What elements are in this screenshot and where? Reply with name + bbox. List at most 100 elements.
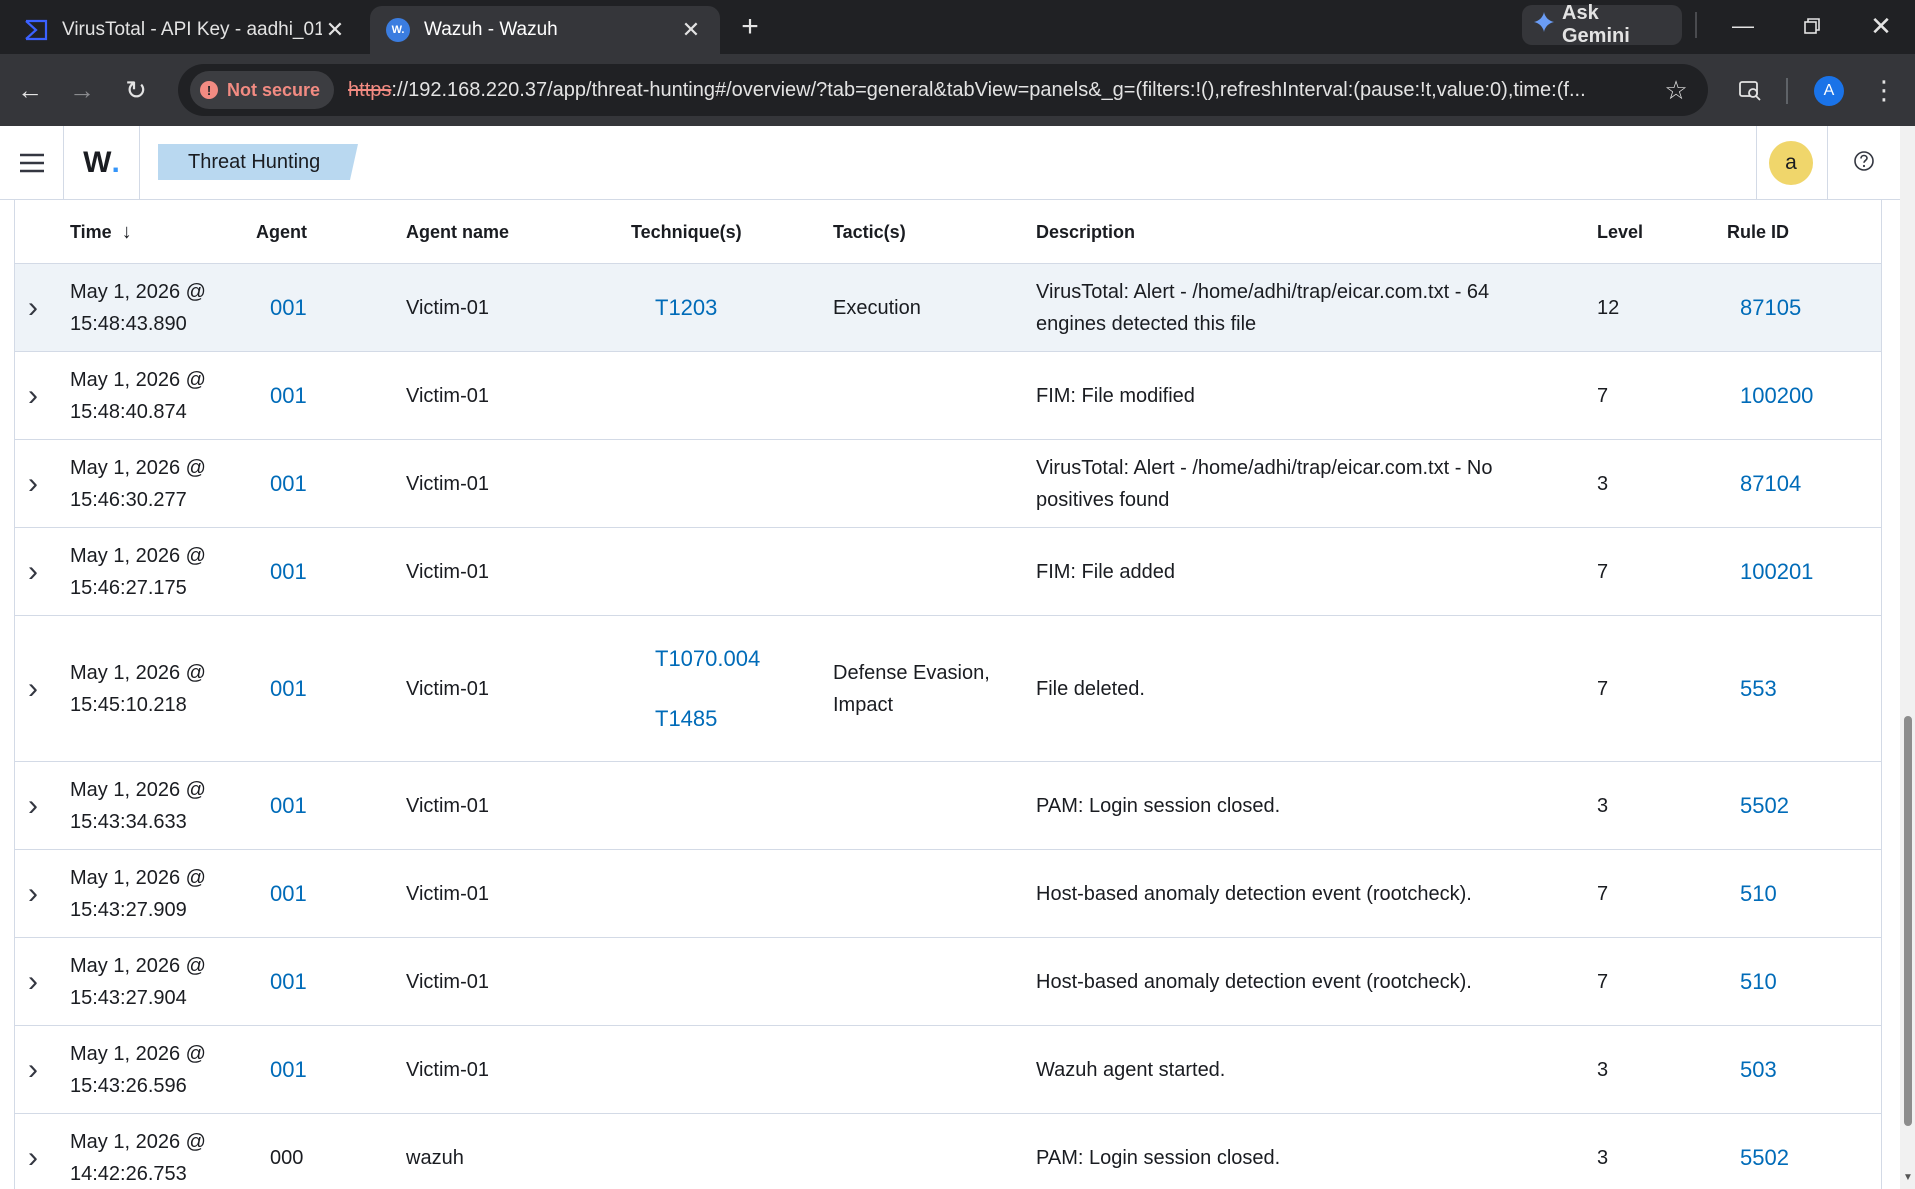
rule-id-link[interactable]: 503 (1740, 1054, 1777, 1086)
forward-arrow-icon[interactable]: → (62, 70, 102, 110)
agent-id-link[interactable]: 001 (270, 292, 307, 324)
expand-chevron-icon[interactable]: › (15, 762, 51, 849)
rule-id-link[interactable]: 87105 (1740, 292, 1801, 324)
agent-id-cell[interactable]: 001 (270, 1026, 350, 1113)
expand-chevron-icon[interactable]: › (15, 1114, 51, 1189)
rule-id-cell[interactable]: 503 (1740, 1026, 1860, 1113)
rule-id-link[interactable]: 510 (1740, 878, 1777, 910)
rule-id-cell[interactable]: 100200 (1740, 352, 1860, 439)
expand-chevron-icon[interactable]: › (15, 264, 51, 351)
column-header-time[interactable]: Time ↓ (70, 200, 132, 264)
rule-id-cell[interactable]: 100201 (1740, 528, 1860, 615)
breadcrumb[interactable]: Threat Hunting (158, 144, 358, 180)
description-cell: FIM: File modified (1036, 352, 1536, 439)
sort-down-icon[interactable]: ↓ (122, 221, 132, 244)
new-tab-button[interactable]: + (733, 10, 767, 44)
ask-gemini-button[interactable]: Ask Gemini (1522, 2, 1682, 47)
table-row[interactable]: › May 1, 2026 @ 15:43:27.904 001 Victim-01 Ho… (15, 938, 1881, 1026)
rule-id-link[interactable]: 87104 (1740, 468, 1801, 500)
agent-id-cell[interactable]: 001 (270, 264, 350, 351)
agent-id-link[interactable]: 001 (270, 790, 307, 822)
column-header-techniques[interactable]: Technique(s) (631, 200, 742, 264)
table-row[interactable]: › May 1, 2026 @ 15:48:40.874 001 Victim-01 FI… (15, 352, 1881, 440)
expand-chevron-icon[interactable]: › (15, 616, 51, 761)
table-row[interactable]: › May 1, 2026 @ 15:46:30.277 001 Victim-01 Vi… (15, 440, 1881, 528)
wazuh-logo[interactable]: W. (64, 126, 140, 200)
table-row[interactable]: › May 1, 2026 @ 15:43:26.596 001 Victim-01 Wa… (15, 1026, 1881, 1114)
rule-id-link[interactable]: 553 (1740, 673, 1777, 705)
agent-id-cell[interactable]: 001 (270, 352, 350, 439)
expand-chevron-icon[interactable]: › (15, 352, 51, 439)
column-header-level[interactable]: Level (1597, 200, 1643, 264)
table-row[interactable]: › May 1, 2026 @ 15:48:43.890 001 Victim-01 T1… (15, 264, 1881, 352)
expand-chevron-icon[interactable]: › (15, 440, 51, 527)
profile-avatar[interactable]: A (1814, 76, 1844, 106)
agent-id-cell[interactable]: 001 (270, 440, 350, 527)
tab-virustotal[interactable]: VirusTotal - API Key - aadhi_01 ✕ (8, 6, 364, 54)
agent-id-link[interactable]: 001 (270, 1054, 307, 1086)
rule-id-link[interactable]: 100200 (1740, 380, 1813, 412)
google-lens-icon[interactable] (1730, 70, 1770, 110)
security-indicator[interactable]: ! Not secure (190, 71, 335, 109)
agent-id-link[interactable]: 001 (270, 556, 307, 588)
close-icon[interactable]: ✕ (678, 17, 704, 43)
scrollbar-thumb[interactable] (1904, 716, 1912, 1126)
rule-id-cell[interactable]: 5502 (1740, 1114, 1860, 1189)
expand-chevron-icon[interactable]: › (15, 1026, 51, 1113)
agent-id-cell: 000 (270, 1114, 350, 1189)
agent-id-link[interactable]: 001 (270, 966, 307, 998)
column-header-rule-id[interactable]: Rule ID (1727, 200, 1789, 264)
more-menu-icon[interactable]: ⋮ (1866, 70, 1902, 110)
column-header-tactics[interactable]: Tactic(s) (833, 200, 906, 264)
column-header-description[interactable]: Description (1036, 200, 1135, 264)
time-cell: May 1, 2026 @ 14:42:26.753 (70, 1114, 230, 1189)
url-text[interactable]: https://192.168.220.37/app/threat-huntin… (348, 79, 1656, 102)
rule-id-link[interactable]: 510 (1740, 966, 1777, 998)
rule-id-cell[interactable]: 87104 (1740, 440, 1860, 527)
table-row[interactable]: › May 1, 2026 @ 14:42:26.753 000 wazuh PAM: L… (15, 1114, 1881, 1189)
rule-id-cell[interactable]: 510 (1740, 938, 1860, 1025)
rule-id-link[interactable]: 5502 (1740, 1142, 1789, 1174)
table-row[interactable]: › May 1, 2026 @ 15:43:27.909 001 Victim-01 Ho… (15, 850, 1881, 938)
help-icon[interactable] (1848, 145, 1880, 177)
menu-icon[interactable] (0, 126, 64, 200)
window-close-icon[interactable]: ✕ (1858, 6, 1904, 46)
vertical-scrollbar[interactable]: ▼ (1900, 126, 1915, 1189)
table-row[interactable]: › May 1, 2026 @ 15:46:27.175 001 Victim-01 FI… (15, 528, 1881, 616)
technique-link[interactable]: T1070.004 (643, 643, 760, 675)
expand-chevron-icon[interactable]: › (15, 938, 51, 1025)
rule-id-cell[interactable]: 510 (1740, 850, 1860, 937)
expand-chevron-icon[interactable]: › (15, 528, 51, 615)
expand-chevron-icon[interactable]: › (15, 850, 51, 937)
address-bar[interactable]: ! Not secure https://192.168.220.37/app/… (178, 64, 1708, 116)
agent-id-cell[interactable]: 001 (270, 762, 350, 849)
table-row[interactable]: › May 1, 2026 @ 15:45:10.218 001 Victim-01 T1… (15, 616, 1881, 762)
minimize-icon[interactable]: — (1720, 6, 1766, 46)
user-avatar[interactable]: a (1769, 141, 1813, 185)
agent-id-link[interactable]: 001 (270, 380, 307, 412)
technique-link[interactable]: T1203 (643, 292, 717, 324)
reload-icon[interactable]: ↻ (116, 70, 156, 110)
bookmark-star-icon[interactable]: ☆ (1656, 70, 1696, 110)
agent-id-cell[interactable]: 001 (270, 616, 350, 761)
technique-link[interactable]: T1485 (643, 703, 717, 735)
rule-id-link[interactable]: 100201 (1740, 556, 1813, 588)
agent-id-link[interactable]: 001 (270, 468, 307, 500)
rule-id-cell[interactable]: 87105 (1740, 264, 1860, 351)
close-icon[interactable]: ✕ (322, 17, 348, 43)
scroll-down-arrow-icon[interactable]: ▼ (1903, 1172, 1913, 1183)
column-header-agent[interactable]: Agent (256, 200, 307, 264)
column-header-agent-name[interactable]: Agent name (406, 200, 509, 264)
table-row[interactable]: › May 1, 2026 @ 15:43:34.633 001 Victim-01 PA… (15, 762, 1881, 850)
rule-id-cell[interactable]: 553 (1740, 616, 1860, 761)
back-arrow-icon[interactable]: ← (10, 70, 50, 110)
agent-id-cell[interactable]: 001 (270, 850, 350, 937)
agent-id-link[interactable]: 001 (270, 673, 307, 705)
tab-wazuh[interactable]: W. Wazuh - Wazuh ✕ (370, 6, 720, 54)
agent-id-link[interactable]: 001 (270, 878, 307, 910)
agent-id-cell[interactable]: 001 (270, 938, 350, 1025)
rule-id-link[interactable]: 5502 (1740, 790, 1789, 822)
agent-id-cell[interactable]: 001 (270, 528, 350, 615)
restore-icon[interactable] (1789, 6, 1835, 46)
rule-id-cell[interactable]: 5502 (1740, 762, 1860, 849)
